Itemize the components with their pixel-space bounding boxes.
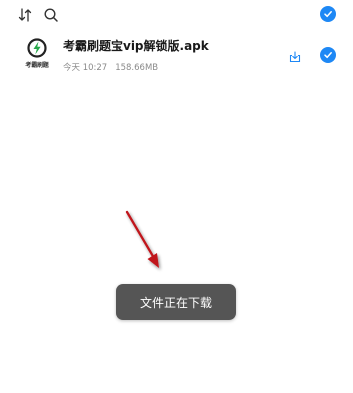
download-icon[interactable]	[289, 51, 301, 63]
sort-icon[interactable]	[17, 7, 33, 23]
app-icon: 考霸刷题	[18, 38, 56, 72]
file-checkbox[interactable]	[320, 47, 336, 63]
file-size: 158.66MB	[115, 63, 159, 73]
file-meta: 今天 10:27 158.66MB	[63, 61, 158, 73]
app-brand-label: 考霸刷题	[25, 62, 49, 69]
toast-message: 文件正在下载	[116, 284, 236, 320]
downloads-page: 考霸刷题 考霸刷题宝vip解锁版.apk 今天 10:27 158.66MB 文…	[0, 0, 353, 393]
search-icon[interactable]	[43, 7, 59, 23]
checkmark-icon	[324, 52, 332, 59]
annotation-arrow	[125, 210, 159, 268]
file-name: 考霸刷题宝vip解锁版.apk	[63, 39, 209, 53]
app-logo-icon	[27, 38, 47, 58]
checkmark-icon	[324, 11, 332, 18]
select-all-checkbox[interactable]	[320, 6, 336, 22]
file-date: 今天 10:27	[63, 63, 108, 73]
